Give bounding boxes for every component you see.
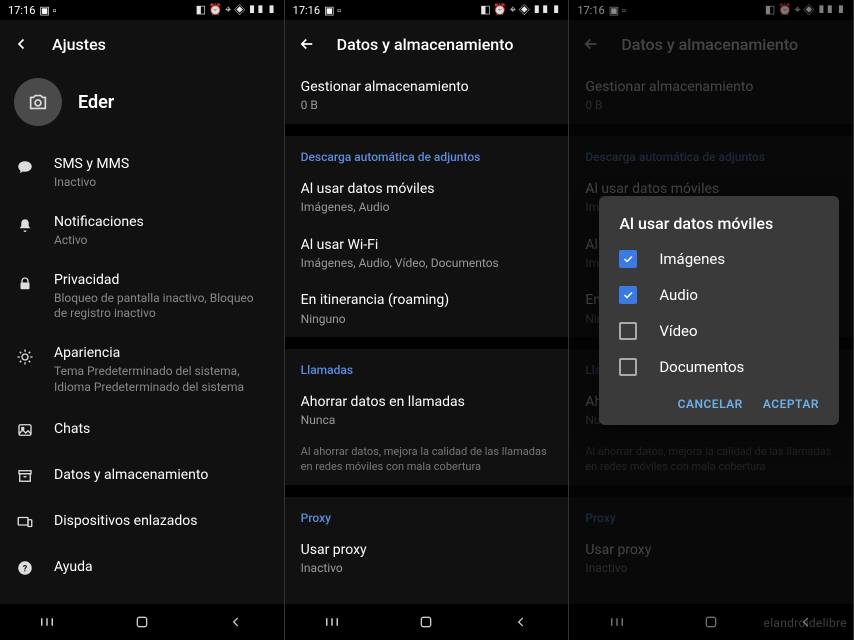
menu-data-storage[interactable]: Datos y almacenamiento: [0, 452, 284, 498]
section-auto-download: Descarga automática de adjuntos: [285, 136, 569, 170]
image-icon: [14, 419, 36, 441]
nav-bar: [285, 604, 569, 640]
app-bar: Ajustes: [0, 20, 284, 68]
row-storage[interactable]: Gestionar almacenamiento 0 B: [285, 68, 569, 124]
chat-bubble-icon: [14, 157, 36, 179]
row-wifi[interactable]: Al usar Wi-Fi Imágenes, Audio, Vídeo, Do…: [285, 226, 569, 282]
bell-icon: [14, 215, 36, 237]
check-images[interactable]: Imágenes: [599, 241, 839, 277]
menu-help[interactable]: ? Ayuda: [0, 544, 284, 590]
menu-privacy[interactable]: Privacidad Bloqueo de pantalla inactivo,…: [0, 260, 284, 333]
note-save-calls: Al ahorrar datos, mejora la calidad de l…: [569, 439, 853, 485]
menu-linked-devices[interactable]: Dispositivos enlazados: [0, 498, 284, 544]
nav-back[interactable]: [510, 613, 532, 631]
page-title: Ajustes: [52, 35, 106, 54]
nav-home[interactable]: [131, 613, 153, 631]
archive-icon: [14, 465, 36, 487]
nav-back[interactable]: [225, 613, 247, 631]
devices-icon: [14, 511, 36, 533]
dialog-accept-button[interactable]: ACEPTAR: [763, 397, 819, 411]
svg-text:?: ?: [23, 565, 28, 575]
check-documents[interactable]: Documentos: [599, 349, 839, 385]
screen-dialog: 17:16▣ ▫ ◧ ⏰ ⌖ ◈ ▮▮ ▮ Datos y almacenami…: [569, 0, 854, 640]
page-title: Datos y almacenamiento: [621, 35, 798, 54]
nav-bar: [0, 604, 284, 640]
app-bar: Datos y almacenamiento: [285, 20, 569, 68]
status-bar: 17:16▣ ▫ ◧ ⏰ ⌖ ◈ ▮▮ ▮: [0, 0, 284, 20]
menu-advanced[interactable]: Avanzado: [0, 590, 284, 604]
check-audio[interactable]: Audio: [599, 277, 839, 313]
status-bar: 17:16▣ ▫ ◧ ⏰ ⌖ ◈ ▮▮ ▮: [569, 0, 853, 20]
avatar[interactable]: [14, 78, 62, 126]
divider: [285, 124, 569, 136]
profile-row[interactable]: Eder: [0, 68, 284, 144]
menu-sms[interactable]: SMS y MMS Inactivo: [0, 144, 284, 202]
menu-appearance[interactable]: Apariencia Tema Predeterminado del siste…: [0, 333, 284, 406]
nav-home[interactable]: [700, 613, 722, 631]
nav-recent[interactable]: [36, 613, 58, 631]
divider: [285, 337, 569, 349]
page-title: Datos y almacenamiento: [337, 35, 514, 54]
checkbox-icon[interactable]: [619, 250, 637, 268]
row-save-calls[interactable]: Ahorrar datos en llamadas Nunca: [285, 383, 569, 439]
profile-name: Eder: [78, 92, 114, 113]
nav-recent[interactable]: [606, 613, 628, 631]
brightness-icon: [14, 346, 36, 368]
screen-settings: 17:16▣ ▫ ◧ ⏰ ⌖ ◈ ▮▮ ▮ Ajustes Eder SMS y…: [0, 0, 285, 640]
row-storage: Gestionar almacenamiento 0 B: [569, 68, 853, 124]
row-proxy[interactable]: Usar proxy Inactivo: [285, 531, 569, 587]
status-bar: 17:16▣ ▫ ◧ ⏰ ⌖ ◈ ▮▮ ▮: [285, 0, 569, 20]
nav-recent[interactable]: [321, 613, 343, 631]
dialog-cancel-button[interactable]: CANCELAR: [678, 397, 743, 411]
menu-notifications[interactable]: Notificaciones Activo: [0, 202, 284, 260]
lock-icon: [14, 273, 36, 295]
dialog-mobile-data: Al usar datos móviles Imágenes Audio Víd…: [599, 196, 839, 425]
section-auto-download: Descarga automática de adjuntos: [569, 136, 853, 170]
section-proxy: Proxy: [569, 497, 853, 531]
check-video[interactable]: Vídeo: [599, 313, 839, 349]
screen-data-storage: 17:16▣ ▫ ◧ ⏰ ⌖ ◈ ▮▮ ▮ Datos y almacenami…: [285, 0, 570, 640]
checkbox-icon[interactable]: [619, 286, 637, 304]
section-calls: Llamadas: [285, 349, 569, 383]
divider: [569, 485, 853, 497]
dialog-title: Al usar datos móviles: [599, 214, 839, 241]
row-roaming[interactable]: En itinerancia (roaming) Ninguno: [285, 281, 569, 337]
back-arrow-icon[interactable]: [297, 34, 317, 54]
checkbox-icon[interactable]: [619, 322, 637, 340]
camera-icon: [27, 91, 49, 113]
divider: [569, 124, 853, 136]
row-mobile-data[interactable]: Al usar datos móviles Imágenes, Audio: [285, 170, 569, 226]
menu-chats[interactable]: Chats: [0, 406, 284, 452]
back-arrow-icon: [581, 34, 601, 54]
app-bar: Datos y almacenamiento: [569, 20, 853, 68]
help-icon: ?: [14, 557, 36, 579]
note-save-calls: Al ahorrar datos, mejora la calidad de l…: [285, 439, 569, 485]
back-arrow-icon[interactable]: [12, 34, 32, 54]
watermark: elandroidelibre: [764, 616, 847, 630]
divider: [285, 485, 569, 497]
checkbox-icon[interactable]: [619, 358, 637, 376]
row-proxy: Usar proxy Inactivo: [569, 531, 853, 587]
section-proxy: Proxy: [285, 497, 569, 531]
nav-home[interactable]: [415, 613, 437, 631]
